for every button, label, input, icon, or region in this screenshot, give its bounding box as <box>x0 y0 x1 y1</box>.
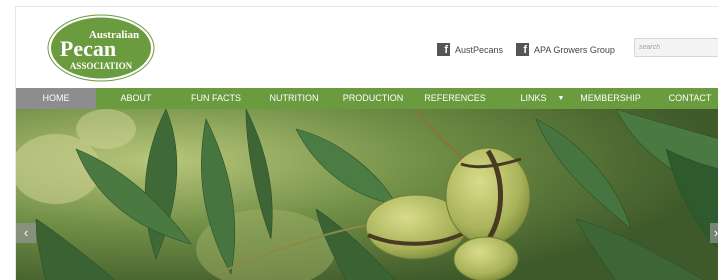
nav-item-production[interactable]: PRODUCTION <box>338 88 408 109</box>
social-link-austpecans[interactable]: f AustPecans <box>437 43 503 56</box>
main-nav: HOME ABOUT FUN FACTS NUTRITION PRODUCTIO… <box>16 88 718 109</box>
hero-image-pecan-nuts <box>16 109 718 280</box>
social-label-apa-growers: APA Growers Group <box>534 44 615 55</box>
social-link-apa-growers[interactable]: f APA Growers Group <box>516 43 615 56</box>
chevron-down-icon[interactable]: ▼ <box>556 88 566 109</box>
search-input[interactable] <box>634 38 718 57</box>
logo-line2: Pecan <box>60 36 116 61</box>
nav-item-references[interactable]: REFERENCES <box>420 88 490 109</box>
social-label-austpecans: AustPecans <box>455 44 504 55</box>
nav-item-contact[interactable]: CONTACT <box>664 88 716 109</box>
site-header: Australian Pecan ASSOCIATION f AustPecan… <box>16 7 718 88</box>
facebook-icon: f <box>437 43 450 56</box>
nav-item-nutrition[interactable]: NUTRITION <box>264 88 324 109</box>
nav-item-membership[interactable]: MEMBERSHIP <box>578 88 643 109</box>
nav-item-about[interactable]: ABOUT <box>111 88 161 109</box>
hero-slider[interactable]: ‹ › <box>16 109 718 280</box>
facebook-icon: f <box>516 43 529 56</box>
logo-line3: ASSOCIATION <box>70 61 133 71</box>
nav-item-fun-facts[interactable]: FUN FACTS <box>186 88 246 109</box>
page-frame: Australian Pecan ASSOCIATION f AustPecan… <box>15 6 718 280</box>
nav-item-home[interactable]: HOME <box>16 88 96 109</box>
logo-graphic: Australian Pecan ASSOCIATION <box>47 14 155 82</box>
slider-prev-button[interactable]: ‹ <box>16 223 36 243</box>
site-logo[interactable]: Australian Pecan ASSOCIATION <box>46 11 156 83</box>
nav-item-links[interactable]: LINKS <box>516 88 551 109</box>
slider-next-button[interactable]: › <box>710 223 718 243</box>
